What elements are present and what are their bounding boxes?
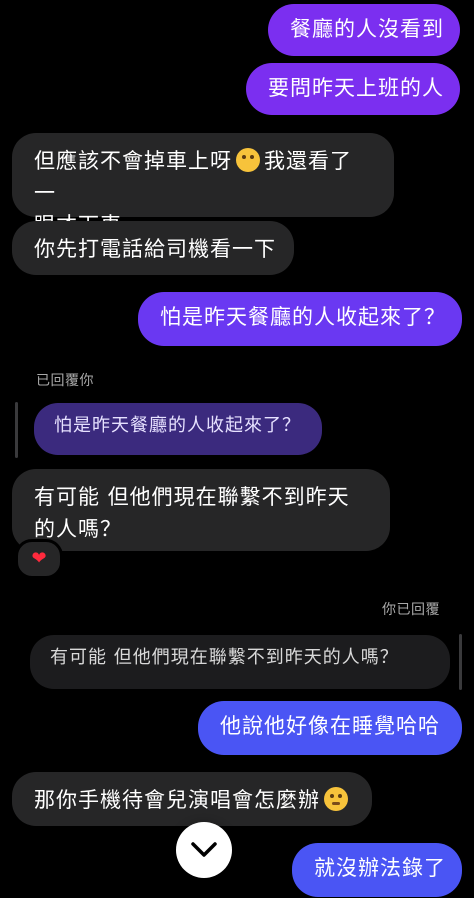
quoted-message[interactable]: 有可能 但他們現在聯繫不到昨天的人嗎？ xyxy=(30,635,450,689)
outgoing-message[interactable]: 他說他好像在睡覺哈哈 xyxy=(198,701,462,755)
reply-label: 已回覆你 xyxy=(36,373,94,389)
incoming-message[interactable]: 那你手機待會兒演唱會怎麼辦 xyxy=(12,772,372,826)
chevron-down-icon xyxy=(191,842,217,857)
incoming-message[interactable]: 但應該不會掉車上呀我還看了一 眼才下車 xyxy=(12,133,394,237)
message-text: 餐廳的人沒看到 xyxy=(290,17,444,41)
reply-quote-bar xyxy=(459,634,462,690)
quoted-message[interactable]: 怕是昨天餐廳的人收起來了？ xyxy=(34,403,322,455)
pleading-face-icon xyxy=(324,787,348,811)
quoted-text: 有可能 但他們現在聯繫不到昨天的人嗎？ xyxy=(50,647,399,668)
incoming-message[interactable]: 有可能 但他們現在聯繫不到昨天的人嗎？ xyxy=(12,469,390,551)
scroll-to-bottom-button[interactable] xyxy=(176,822,232,878)
message-text: 但應該不會掉車上呀 xyxy=(34,149,232,173)
incoming-message[interactable]: 你先打電話給司機看一下 xyxy=(12,221,294,275)
message-text: 那你手機待會兒演唱會怎麼辦 xyxy=(34,788,320,812)
outgoing-message[interactable]: 餐廳的人沒看到 xyxy=(268,4,460,56)
message-reaction[interactable]: ❤ xyxy=(15,539,63,579)
quoted-text: 怕是昨天餐廳的人收起來了？ xyxy=(54,415,301,436)
message-text: 就沒辦法錄了 xyxy=(314,856,446,880)
message-text: 要問昨天上班的人 xyxy=(268,76,444,100)
outgoing-message[interactable]: 就沒辦法錄了 xyxy=(292,843,462,897)
heart-icon: ❤ xyxy=(31,548,47,569)
message-text: 你先打電話給司機看一下 xyxy=(34,237,276,261)
outgoing-message[interactable]: 怕是昨天餐廳的人收起來了？ xyxy=(138,292,462,346)
thinking-face-icon xyxy=(236,148,260,172)
message-text: 怕是昨天餐廳的人收起來了？ xyxy=(160,305,446,329)
reply-label: 你已回覆 xyxy=(382,602,440,618)
message-text: 他說他好像在睡覺哈哈 xyxy=(220,714,440,738)
message-text: 有可能 但他們現在聯繫不到昨天的人嗎？ xyxy=(34,485,350,541)
reply-quote-bar xyxy=(15,402,18,458)
outgoing-message[interactable]: 要問昨天上班的人 xyxy=(246,63,460,115)
